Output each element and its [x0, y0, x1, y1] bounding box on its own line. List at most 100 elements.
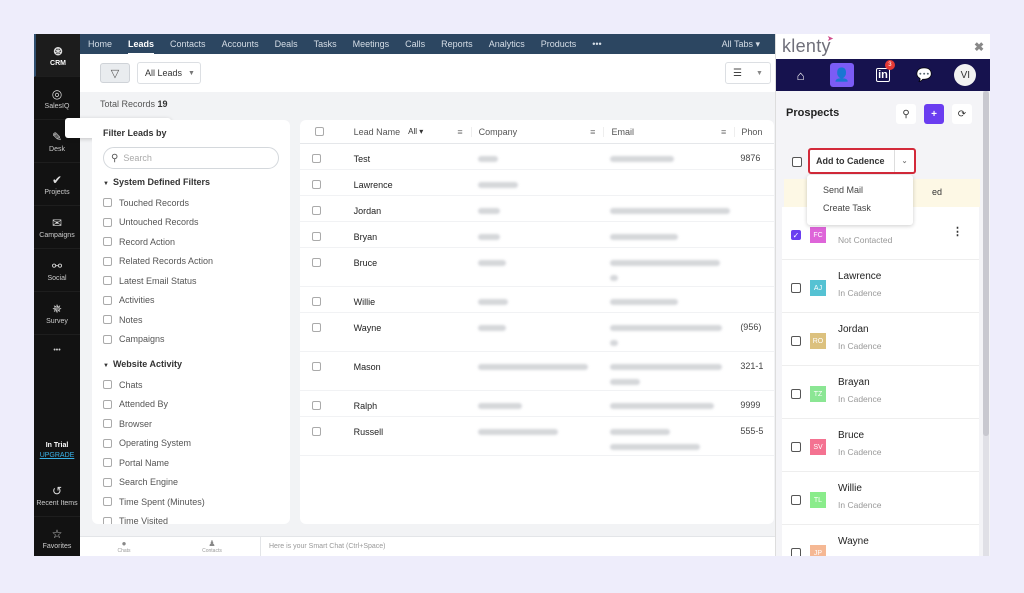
nav-item-projects[interactable]: ✔ Projects [34, 163, 80, 206]
tab-accounts[interactable]: Accounts [214, 39, 267, 49]
row-checkbox[interactable] [311, 258, 321, 267]
tab-analytics[interactable]: Analytics [481, 39, 533, 49]
dropdown-item-send-mail[interactable]: Send Mail [807, 182, 913, 200]
row-checkbox[interactable] [311, 154, 321, 163]
chats-button[interactable]: ● Chats [80, 539, 168, 554]
filter-option[interactable]: Time Visited [103, 512, 279, 524]
recent-items-button[interactable]: ↺ Recent Items [34, 474, 80, 517]
prospect-name[interactable]: Willie [838, 483, 862, 494]
prospect-checkbox[interactable] [791, 495, 801, 505]
prospect-card[interactable]: TZ Brayan In Cadence [782, 366, 979, 419]
tab-products[interactable]: Products [533, 39, 585, 49]
filter-option[interactable]: Chats [103, 375, 279, 395]
prospect-checkbox[interactable] [791, 336, 801, 346]
filter-option[interactable]: Campaigns [103, 330, 279, 350]
close-icon[interactable]: ✖ [974, 40, 984, 54]
select-all-prospects-checkbox[interactable] [792, 157, 802, 167]
all-tabs-dropdown[interactable]: All Tabs ▾ [714, 39, 776, 50]
tab-reports[interactable]: Reports [433, 39, 481, 49]
lead-name-link[interactable]: Test [340, 153, 471, 164]
scrollbar[interactable] [983, 91, 989, 556]
tab-tasks[interactable]: Tasks [306, 39, 345, 49]
home-icon[interactable]: ⌂ [789, 63, 813, 87]
row-checkbox[interactable] [311, 323, 321, 332]
table-row[interactable]: Willie [300, 287, 774, 313]
filter-option[interactable]: Touched Records [103, 193, 279, 213]
table-row[interactable]: Bruce [300, 248, 774, 287]
chat-icon[interactable]: 💬 [912, 63, 936, 87]
tab-deals[interactable]: Deals [267, 39, 306, 49]
filter-option[interactable]: Untouched Records [103, 213, 279, 233]
favorites-button[interactable]: ☆ Favorites [34, 517, 80, 556]
filter-checkbox[interactable] [103, 438, 112, 448]
filter-checkbox[interactable] [103, 497, 112, 507]
nav-item-social[interactable]: ⚯ Social [34, 249, 80, 292]
contacts-button[interactable]: ♟ Contacts [168, 539, 256, 554]
table-row[interactable]: Wayne (956) [300, 313, 774, 352]
prospect-checkbox[interactable] [791, 389, 801, 399]
row-checkbox[interactable] [311, 232, 321, 241]
row-checkbox[interactable] [311, 401, 321, 410]
row-checkbox[interactable] [311, 180, 321, 189]
table-row[interactable]: Mason 321-1 [300, 352, 774, 391]
lead-name-link[interactable]: Russell [340, 426, 471, 437]
prospect-card[interactable]: SV Bruce In Cadence [782, 419, 979, 472]
filter-checkbox[interactable] [103, 419, 112, 429]
column-phone[interactable]: Phon [734, 126, 774, 137]
tab-leads[interactable]: Leads [120, 39, 162, 54]
prospect-card[interactable]: RO Jordan In Cadence [782, 313, 979, 366]
table-row[interactable]: Test 9876 [300, 144, 774, 170]
tab-[interactable]: ••• [584, 39, 609, 49]
filter-checkbox[interactable] [103, 380, 112, 390]
filter-option[interactable]: Portal Name [103, 453, 279, 473]
filter-checkbox[interactable] [103, 477, 112, 487]
filter-group-header[interactable]: ▼ System Defined Filters [103, 177, 279, 187]
lead-name-link[interactable]: Wayne [340, 322, 471, 333]
nav-item-survey[interactable]: ✵ Survey [34, 292, 80, 335]
prospects-person-icon[interactable]: 👤 [829, 63, 854, 87]
filter-checkbox[interactable] [103, 276, 112, 286]
chevron-down-icon[interactable]: ⌄ [894, 150, 914, 172]
filter-option[interactable]: Record Action [103, 232, 279, 252]
tab-home[interactable]: Home [80, 39, 120, 49]
filter-option[interactable]: Activities [103, 291, 279, 311]
table-row[interactable]: Jordan [300, 196, 774, 222]
filter-option[interactable]: Latest Email Status [103, 271, 279, 291]
prospect-name[interactable]: Brayan [838, 377, 870, 388]
tab-calls[interactable]: Calls [397, 39, 433, 49]
prospect-checkbox[interactable] [791, 442, 801, 452]
filter-option[interactable]: Related Records Action [103, 252, 279, 272]
filter-checkbox[interactable] [103, 516, 112, 524]
filter-option[interactable]: Search Engine [103, 473, 279, 493]
list-view-toggle[interactable]: ☰ ▼ [725, 62, 771, 84]
more-apps-button[interactable]: ••• [34, 335, 80, 365]
filter-checkbox[interactable] [103, 198, 112, 208]
filter-toggle-button[interactable]: ▽ [100, 63, 130, 83]
user-avatar[interactable]: VI [953, 63, 977, 87]
table-row[interactable]: Ralph 9999 [300, 391, 774, 417]
prospect-name[interactable]: Lawrence [838, 271, 881, 282]
tab-meetings[interactable]: Meetings [345, 39, 398, 49]
filter-checkbox[interactable] [103, 237, 112, 247]
add-to-cadence-button[interactable]: Add to Cadence ⌄ [808, 148, 916, 174]
row-checkbox[interactable] [311, 427, 321, 436]
lead-name-link[interactable]: Lawrence [340, 179, 471, 190]
prospect-checkbox[interactable] [791, 283, 801, 293]
column-company[interactable]: Company ≡ [470, 126, 604, 137]
lead-name-link[interactable]: Willie [340, 296, 471, 307]
column-menu-icon[interactable]: ≡ [590, 127, 595, 137]
select-all-checkbox[interactable] [315, 127, 325, 136]
scrollbar-thumb[interactable] [983, 91, 989, 436]
filter-search-input[interactable]: ⚲ Search [103, 147, 279, 169]
lead-name-link[interactable]: Ralph [340, 400, 471, 411]
table-row[interactable]: Lawrence [300, 170, 774, 196]
lead-name-link[interactable]: Jordan [340, 205, 471, 216]
row-checkbox[interactable] [311, 297, 321, 306]
nav-item-campaigns[interactable]: ✉ Campaigns [34, 206, 80, 249]
filter-group-header[interactable]: ▼ Website Activity [103, 359, 279, 369]
column-email[interactable]: Email ≡ [603, 126, 734, 137]
filter-option[interactable]: Notes [103, 310, 279, 330]
filter-option[interactable]: Browser [103, 414, 279, 434]
prospect-card[interactable]: TL Willie In Cadence [782, 472, 979, 525]
lead-name-link[interactable]: Bruce [340, 257, 471, 268]
